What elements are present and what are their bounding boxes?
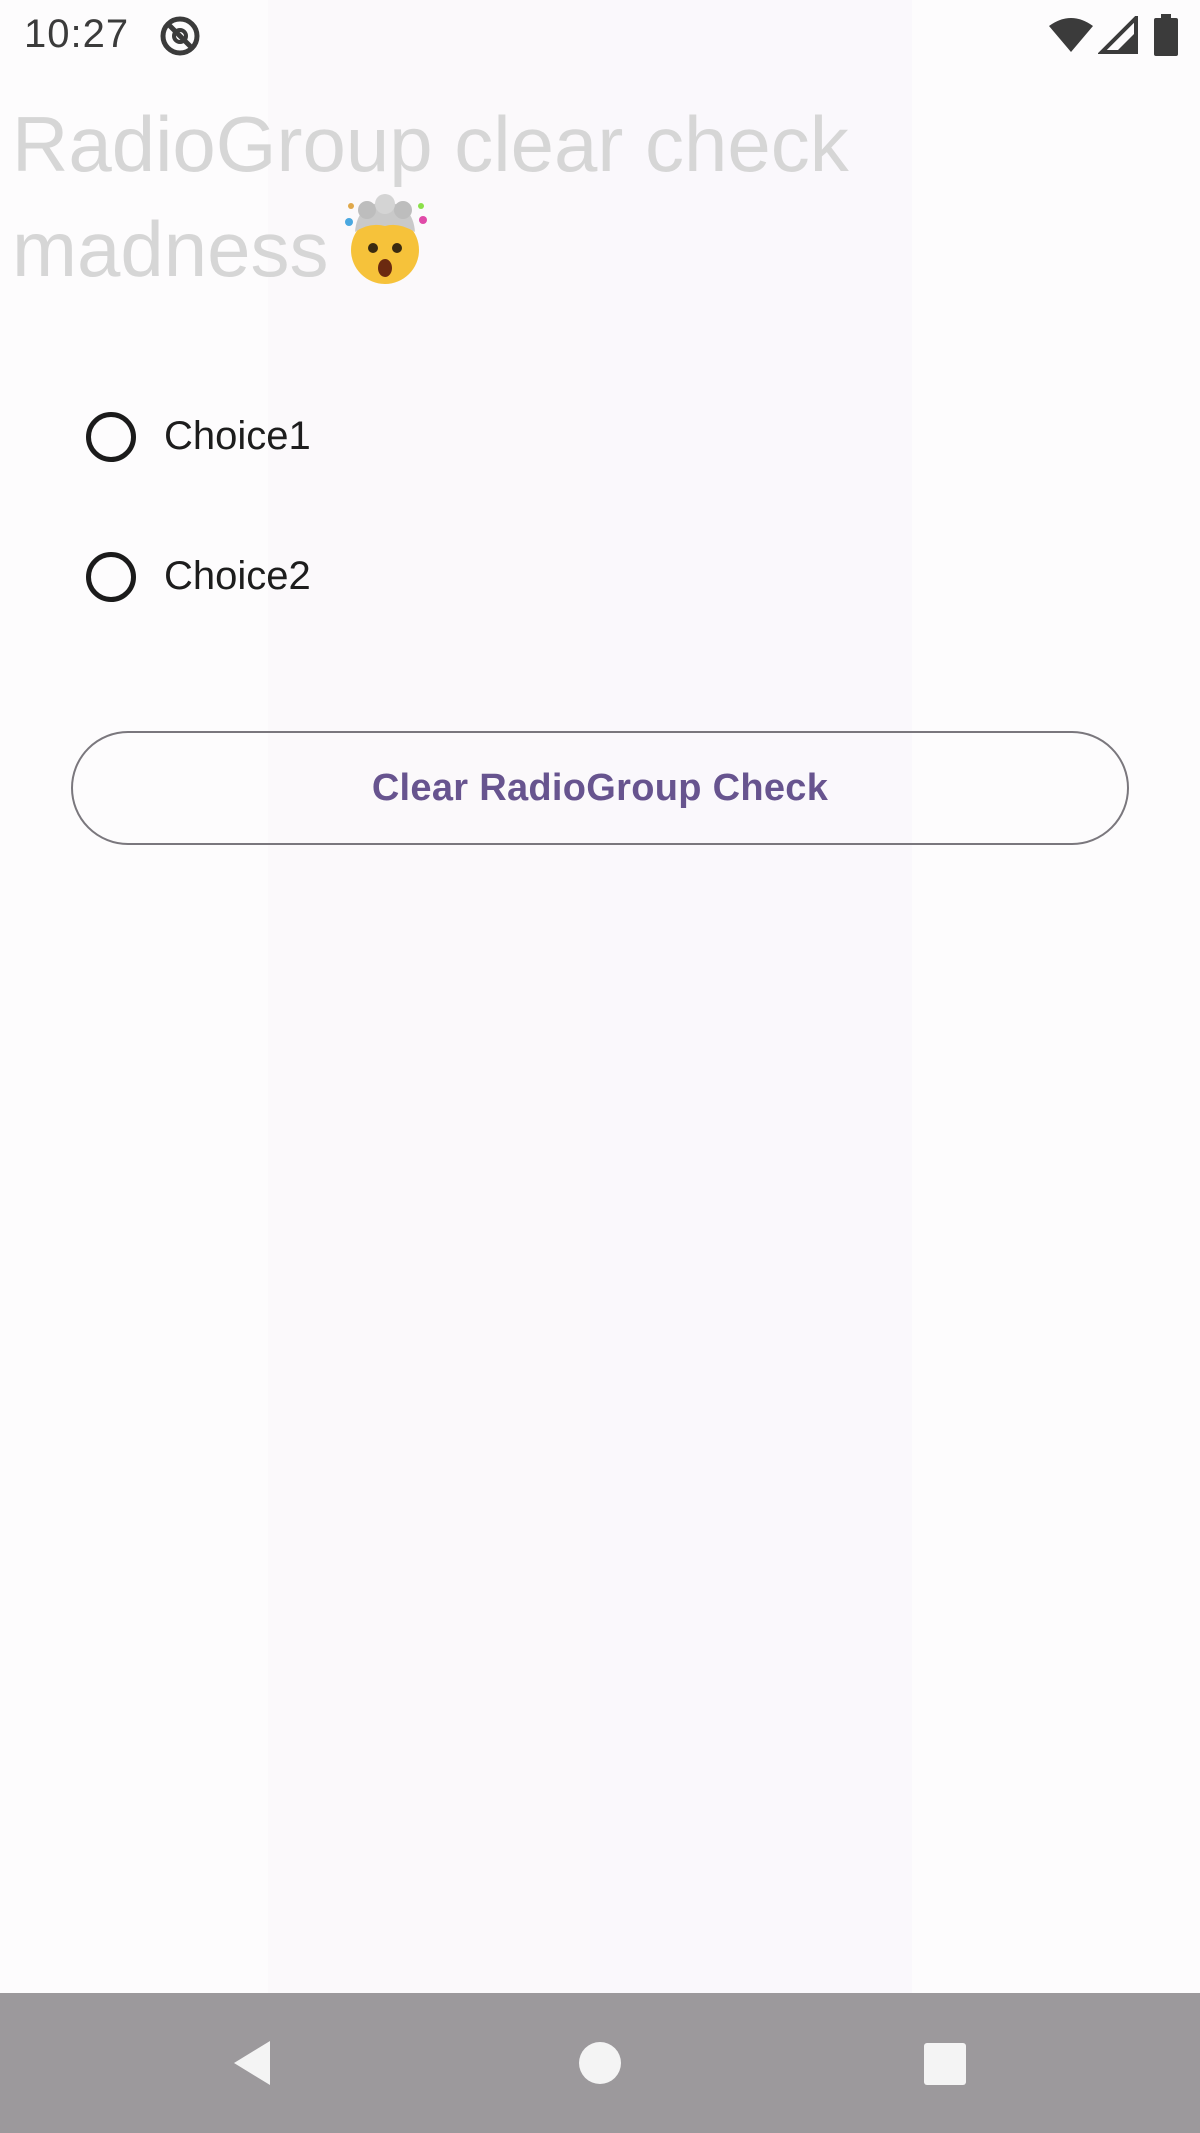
status-bar: 10:27 bbox=[0, 0, 1200, 70]
signal-icon bbox=[1097, 13, 1138, 59]
clear-radiogroup-check-button[interactable]: Clear RadioGroup Check bbox=[71, 731, 1129, 845]
radio-choice1[interactable]: Choice1 bbox=[86, 400, 686, 540]
back-icon[interactable] bbox=[222, 2033, 282, 2093]
sync-icon bbox=[158, 14, 202, 63]
home-icon[interactable] bbox=[570, 2033, 630, 2093]
battery-icon bbox=[1154, 14, 1178, 61]
radio-button-unchecked-icon[interactable] bbox=[86, 412, 136, 462]
radio-button-unchecked-icon[interactable] bbox=[86, 552, 136, 602]
radio-choice2[interactable]: Choice2 bbox=[86, 540, 686, 680]
status-time: 10:27 bbox=[24, 12, 130, 56]
radio-group: Choice1 Choice2 bbox=[86, 400, 686, 680]
radio-label[interactable]: Choice2 bbox=[164, 554, 311, 599]
navigation-bar bbox=[0, 1993, 1200, 2133]
wifi-icon bbox=[1048, 16, 1094, 59]
recents-icon[interactable] bbox=[914, 2033, 974, 2093]
page-title: RadioGroup clear check madness bbox=[12, 96, 1112, 309]
exploding-head-emoji-icon bbox=[337, 192, 433, 309]
radio-label[interactable]: Choice1 bbox=[164, 414, 311, 459]
